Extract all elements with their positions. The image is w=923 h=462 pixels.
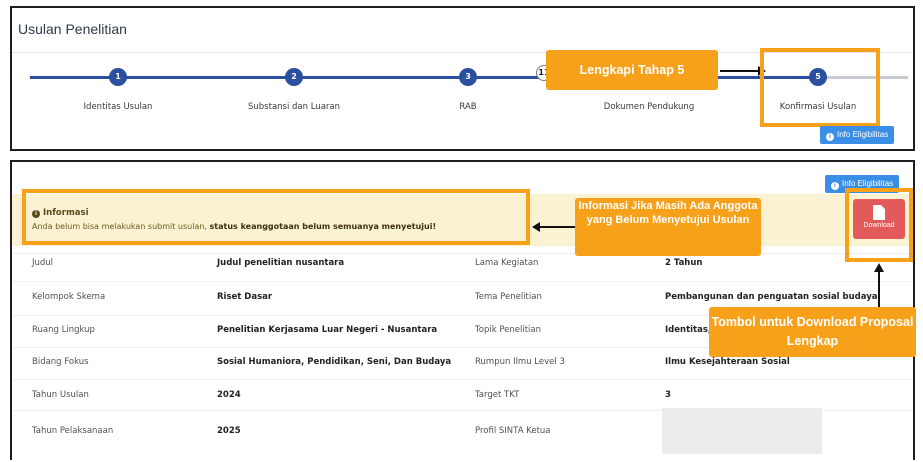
info-eligibilitas-label: Info Eligibilitas [842,179,894,188]
detail-value-target-tkt: 3 [665,390,671,400]
info-icon: i [831,182,839,190]
sinta-profile-placeholder [662,408,822,454]
detail-value-ruang-lingkup: Penelitian Kerjasama Luar Negeri - Nusan… [217,325,438,335]
detail-value-topik-penelitian: Identitas, [665,325,712,335]
detail-label-target-tkt: Target TKT [475,390,520,400]
detail-value-rumpun-ilmu: Ilmu Kesejahteraan Sosial [665,357,790,367]
row-divider [12,379,913,380]
row-divider [12,253,913,254]
step-2-dot[interactable]: 2 [285,68,303,86]
arrow-up-icon [874,263,884,307]
detail-label-profil-sinta: Profil SINTA Ketua [475,426,551,436]
stepper-panel: Usulan Penelitian 1 2 3 4 5 Identitas Us… [10,6,915,151]
info-eligibilitas-button[interactable]: i Info Eligibilitas [820,126,895,144]
detail-value-judul: Judul penelitian nusantara [217,258,345,268]
step-3-dot[interactable]: 3 [459,68,477,86]
row-divider [12,281,913,282]
info-icon: i [826,133,834,141]
detail-value-tahun-pelaksanaan: 2025 [217,426,241,436]
detail-label-bidang-fokus: Bidang Fokus [32,357,89,367]
step-4-label: Dokumen Pendukung [603,102,695,112]
detail-value-tema-penelitian: Pembangunan dan penguatan sosial budaya [665,292,878,302]
detail-label-tahun-usulan: Tahun Usulan [32,390,89,400]
step-3-label: RAB [459,102,477,112]
detail-label-lama-kegiatan: Lama Kegiatan [475,258,539,268]
detail-value-lama-kegiatan: 2 Tahun [665,258,703,268]
detail-value-bidang-fokus: Sosial Humaniora, Pendidikan, Seni, Dan … [217,357,452,367]
detail-value-kelompok-skema: Riset Dasar [217,292,273,302]
detail-label-tema-penelitian: Tema Penelitian [475,292,542,302]
detail-label-rumpun-ilmu: Rumpun Ilmu Level 3 [475,357,565,367]
proposal-summary-panel: i Info Eligibilitas i Informasi Anda belum… [10,160,916,460]
detail-label-judul: Judul [32,258,54,268]
download-button-label: Download [863,222,895,229]
info-annotation-callout: Informasi Jika Masih Ada Anggota yang Be… [575,198,761,256]
step-1-dot[interactable]: 1 [109,68,127,86]
page-title: Usulan Penelitian [18,21,127,37]
detail-label-ruang-lingkup: Ruang Lingkup [32,325,95,335]
step-2-label: Substansi dan Luaran [248,102,340,112]
download-button[interactable]: Download [853,199,905,239]
step-1-label: Identitas Usulan [83,102,153,112]
detail-label-tahun-pelaksanaan: Tahun Pelaksanaan [32,426,114,436]
arrow-left-icon [532,222,578,232]
detail-value-tahun-usulan: 2024 [217,390,241,400]
step5-annotation-callout: Lengkapi Tahap 5 [546,50,718,90]
step5-highlight-box [760,48,880,127]
pdf-file-icon [873,205,885,220]
detail-label-topik-penelitian: Topik Penelitian [475,325,542,335]
info-eligibilitas-label: Info Eligibilitas [837,130,889,139]
alert-highlight-box [22,189,530,245]
download-annotation-callout: Tombol untuk Download Proposal Lengkap [709,307,916,357]
detail-label-kelompok-skema: Kelompok Skema [32,292,106,302]
